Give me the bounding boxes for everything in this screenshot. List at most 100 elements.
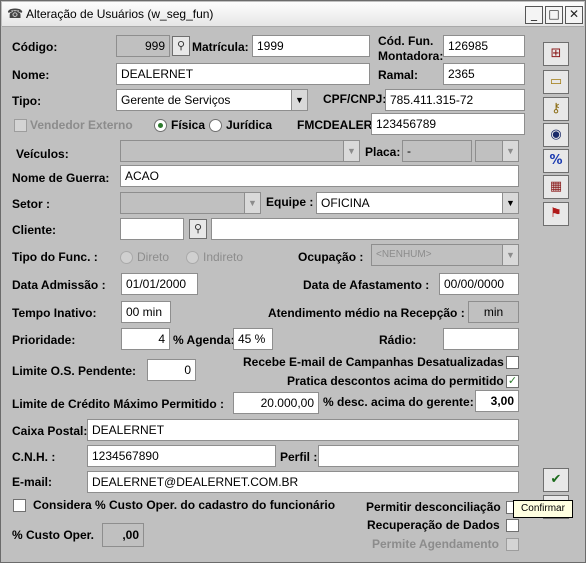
direto-radio[interactable] [120,251,133,264]
tempo-inativo-field[interactable]: 00 min [121,301,171,323]
data-afastamento-field[interactable]: 00/00/0000 [439,273,519,295]
fisica-radio[interactable] [154,119,167,132]
considera-custo-checkbox[interactable] [13,499,26,512]
indireto-radio[interactable] [186,251,199,264]
agenda-label: % Agenda: [173,333,235,347]
data-afastamento-label: Data de Afastamento : [303,278,430,292]
flags-icon[interactable]: ⚑ [543,202,569,226]
fmcdealer-label: FMCDEALER: [297,118,377,132]
nome-label: Nome: [12,68,50,82]
equipe-label: Equipe : [266,195,314,209]
veiculos-select[interactable]: ▼ [120,140,360,162]
app-icon: ☎ [7,6,24,21]
atendimento-field[interactable]: min [468,301,519,323]
radio-field[interactable] [443,328,519,350]
limite-credito-field[interactable]: 20.000,00 [233,392,319,414]
cliente-lookup-icon[interactable]: ⚲ [189,219,207,239]
indireto-label: Indireto [203,250,244,264]
nome-guerra-field[interactable]: ACAO [120,165,519,187]
nome-field[interactable]: DEALERNET [116,63,370,85]
chevron-down-icon[interactable]: ▼ [502,141,518,161]
juridica-label: Jurídica [226,118,273,132]
tipo-func-label: Tipo do Func. : [12,250,98,264]
fmcdealer-field[interactable]: 123456789 [371,113,525,135]
vendedor-externo-checkbox[interactable] [14,119,27,132]
caixa-postal-field[interactable]: DEALERNET [87,419,519,441]
limite-os-field[interactable]: 0 [147,359,196,381]
tipo-value: Gerente de Serviços [121,93,231,107]
close-button[interactable]: ✕ [565,6,583,24]
confirm-icon[interactable]: ✔ [543,468,569,492]
recebe-email-checkbox[interactable] [506,356,519,369]
cards-icon[interactable]: ▦ [543,175,569,199]
codigo-lookup-icon[interactable]: ⚲ [172,36,190,56]
chevron-down-icon[interactable]: ▼ [502,245,518,265]
custo-oper-field[interactable]: ,00 [102,523,144,547]
cliente-code-field[interactable] [120,218,184,240]
agenda-field[interactable]: 45 % [233,328,273,350]
placa-field[interactable]: - [402,140,472,162]
perfil-label: Perfil : [280,450,318,464]
nome-guerra-label: Nome de Guerra: [12,171,110,185]
perfil-field[interactable] [318,445,519,467]
prioridade-field[interactable]: 4 [121,328,170,350]
cpf-field[interactable]: 785.411.315-72 [385,89,525,111]
chevron-down-icon[interactable]: ▼ [343,141,359,161]
ocupacao-value: <NENHUM> [376,249,432,260]
considera-custo-label: Considera % Custo Oper. do cadastro do f… [33,498,336,512]
cnh-label: C.N.H. : [12,450,56,464]
chevron-down-icon[interactable]: ▼ [502,193,518,213]
recuperacao-label: Recuperação de Dados [367,518,500,532]
placa-select[interactable]: ▼ [475,140,519,162]
camera-icon[interactable]: ◉ [543,123,569,147]
veiculos-label: Veículos: [16,147,69,161]
pratica-descontos-checkbox[interactable]: ✓ [506,375,519,388]
email-label: E-mail: [12,475,53,489]
title-bar: ☎ Alteração de Usuários (w_seg_fun) _ □ … [2,2,584,27]
chevron-down-icon[interactable]: ▼ [291,90,307,110]
cliente-label: Cliente: [12,223,57,237]
fisica-label: Física [171,118,206,132]
cod-fun-field[interactable]: 126985 [443,35,525,57]
permite-agendamento-checkbox[interactable] [506,538,519,551]
caixa-postal-label: Caixa Postal: [12,424,88,438]
folder-icon[interactable]: ▭ [543,70,569,94]
direto-label: Direto [137,250,170,264]
limite-os-label: Limite O.S. Pendente: [12,364,137,378]
setor-label: Setor : [12,197,51,211]
atendimento-label: Atendimento médio na Recepção : [268,306,465,320]
recuperacao-checkbox[interactable] [506,519,519,532]
chevron-down-icon[interactable]: ▼ [244,193,260,213]
setor-select[interactable]: ▼ [120,192,261,214]
ocupacao-select[interactable]: <NENHUM> ▼ [371,244,519,266]
cnh-field[interactable]: 1234567890 [87,445,276,467]
tipo-select[interactable]: Gerente de Serviços ▼ [116,89,308,111]
codigo-label: Código: [12,40,58,54]
codigo-field[interactable]: 999 [116,35,170,57]
desc-gerente-field[interactable]: 3,00 [475,390,519,412]
matricula-field[interactable]: 1999 [252,35,370,57]
email-field[interactable]: DEALERNET@DEALERNET.COM.BR [87,471,519,493]
equipe-select[interactable]: OFICINA ▼ [316,192,519,214]
placa-label: Placa: [365,145,401,159]
cliente-name-field[interactable] [211,218,519,240]
juridica-radio[interactable] [209,119,222,132]
ramal-field[interactable]: 2365 [443,63,525,85]
keys-icon[interactable]: ⚷ [543,97,569,121]
prioridade-label: Prioridade: [12,333,76,347]
confirm-tooltip: Confirmar [513,500,573,518]
equipe-value: OFICINA [321,196,370,210]
ocupacao-label: Ocupação : [298,250,364,264]
tipo-label: Tipo: [12,94,42,108]
percent-icon[interactable]: % [543,149,569,173]
permite-agendamento-label: Permite Agendamento [372,537,499,551]
cpf-label: CPF/CNPJ: [323,92,387,106]
limite-credito-label: Limite de Crédito Máximo Permitido : [12,397,225,411]
data-admissao-field[interactable]: 01/01/2000 [121,273,198,295]
minimize-button[interactable]: _ [525,6,543,24]
vendedor-externo-label: Vendedor Externo [30,118,133,132]
cod-fun-label-2: Montadora: [378,49,444,63]
maximize-button[interactable]: □ [545,6,563,24]
ramal-label: Ramal: [378,68,419,82]
network-icon[interactable]: ⊞ [543,42,569,66]
